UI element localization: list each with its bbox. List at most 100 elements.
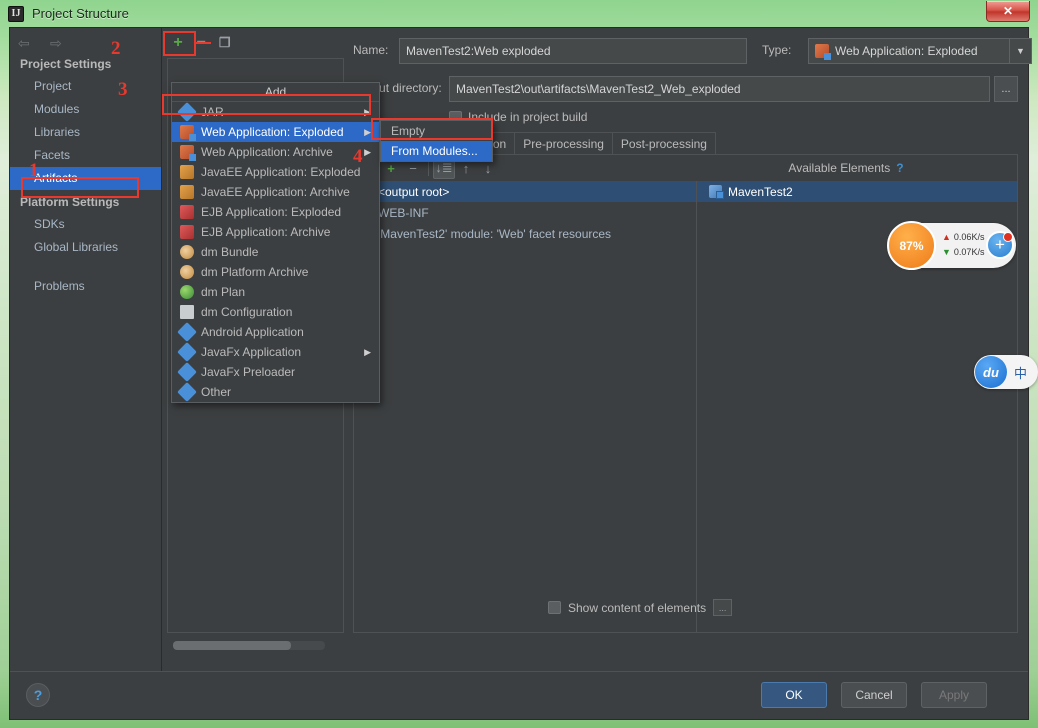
menu-item-label: JavaEE Application: Archive <box>201 185 350 199</box>
javafx-icon <box>177 342 197 362</box>
table-row[interactable]: <output root> <box>354 181 696 202</box>
intellij-idea-icon: IJ <box>8 5 24 22</box>
horizontal-scrollbar[interactable] <box>173 641 325 650</box>
sidebar-group-project-settings: Project Settings <box>20 57 112 71</box>
show-content-options-button[interactable]: ... <box>713 599 733 616</box>
menu-item-label: JAR <box>201 105 224 119</box>
available-elements-header: Available Elements ? <box>675 155 1017 181</box>
other-icon <box>177 382 197 402</box>
toolbar-divider <box>428 160 429 176</box>
browse-button[interactable]: ... <box>994 76 1018 102</box>
show-content-label: Show content of elements <box>568 600 707 615</box>
name-label: Name: <box>353 43 389 57</box>
android-icon <box>177 322 197 342</box>
title-bar: IJ Project Structure ✕ <box>0 0 1038 27</box>
output-directory-row: Output directory: MavenTest2\out\artifac… <box>353 76 1018 102</box>
menu-item-label: JavaEE Application: Exploded <box>201 165 361 179</box>
dm-plan-icon <box>180 285 194 299</box>
question-mark-icon[interactable]: ? <box>896 161 903 175</box>
menu-item-web-application-exploded[interactable]: Web Application: Exploded ▶ <box>172 122 379 142</box>
apply-button[interactable]: Apply <box>921 682 987 708</box>
submenu-item-from-modules[interactable]: From Modules... <box>381 141 492 161</box>
menu-item-ejb-application-exploded[interactable]: EJB Application: Exploded <box>172 202 379 222</box>
menu-item-label: JavaFx Preloader <box>201 365 296 379</box>
available-elements-title: Available Elements <box>788 161 891 175</box>
available-element-label: MavenTest2 <box>728 184 793 199</box>
show-content-of-elements-checkbox[interactable]: Show content of elements ... <box>548 599 733 616</box>
chevron-down-icon[interactable]: ▼ <box>1009 39 1031 63</box>
question-mark-icon[interactable]: ? <box>26 683 50 707</box>
module-icon <box>709 185 724 199</box>
menu-item-web-application-archive[interactable]: Web Application: Archive ▶ <box>172 142 379 162</box>
menu-item-label: dm Platform Archive <box>201 265 309 279</box>
menu-item-android-application[interactable]: Android Application <box>172 322 379 342</box>
ejb-archive-icon <box>180 225 194 239</box>
menu-item-other[interactable]: Other <box>172 382 379 402</box>
arrow-left-icon[interactable]: ⇦ <box>18 36 34 52</box>
speed-boost-button[interactable]: + <box>986 231 1014 259</box>
output-directory-input[interactable]: MavenTest2\out\artifacts\MavenTest2_Web_… <box>449 76 990 102</box>
annotation-number-4: 4 <box>353 146 363 167</box>
output-tree[interactable]: <output root> WEB-INF 'MavenTest2' modul… <box>354 181 696 632</box>
menu-item-javaee-application-archive[interactable]: JavaEE Application: Archive <box>172 182 379 202</box>
menu-item-ejb-application-archive[interactable]: EJB Application: Archive <box>172 222 379 242</box>
sidebar-item-problems[interactable]: Problems <box>10 275 161 298</box>
submenu-item-empty[interactable]: Empty <box>381 121 492 141</box>
add-artifact-menu: Add JAR ▶ Web Application: Exploded ▶ We… <box>171 82 380 403</box>
menu-item-javaee-application-exploded[interactable]: JavaEE Application: Exploded <box>172 162 379 182</box>
javaee-exploded-icon <box>180 165 194 179</box>
settings-sidebar: ⇦ ⇨ Project Settings Project Modules Lib… <box>10 28 162 673</box>
dialog-footer: ? OK Cancel Apply <box>10 671 1028 719</box>
plus-icon[interactable]: + <box>168 33 188 53</box>
ejb-exploded-icon <box>180 205 194 219</box>
sidebar-item-libraries[interactable]: Libraries <box>10 121 161 144</box>
web-exploded-submenu: Empty From Modules... <box>380 120 493 162</box>
table-row[interactable]: 'MavenTest2' module: 'Web' facet resourc… <box>354 223 696 244</box>
checkbox-box <box>548 601 561 614</box>
annotation-leader-2 <box>195 42 211 44</box>
ime-mode-toggle[interactable]: 中 <box>1014 363 1027 382</box>
tab-pre-processing[interactable]: Pre-processing <box>514 132 613 154</box>
upload-speed-value: 0.06K/s <box>953 232 985 242</box>
menu-item-dm-platform-archive[interactable]: dm Platform Archive <box>172 262 379 282</box>
artifact-type-select[interactable]: Web Application: Exploded ▼ <box>808 38 1032 64</box>
menu-item-dm-configuration[interactable]: dm Configuration <box>172 302 379 322</box>
close-icon[interactable]: ✕ <box>986 1 1030 22</box>
aero-window-frame: IJ Project Structure ✕ ⇦ ⇨ Project Setti… <box>0 0 1038 728</box>
download-speed-row: ▼ 0.07K/s <box>942 247 984 257</box>
menu-item-jar[interactable]: JAR ▶ <box>172 102 379 122</box>
web-exploded-icon <box>180 125 196 141</box>
artifact-name-input[interactable]: MavenTest2:Web exploded <box>399 38 747 64</box>
ime-toolbar[interactable]: du 中 <box>974 355 1038 389</box>
sidebar-item-modules[interactable]: Modules <box>10 98 161 121</box>
sidebar-item-sdks[interactable]: SDKs <box>10 213 161 236</box>
output-tree-label: 'MavenTest2' module: 'Web' facet resourc… <box>378 226 612 241</box>
menu-item-label: Web Application: Exploded <box>201 125 344 139</box>
window-title: Project Structure <box>32 6 129 21</box>
chevron-right-icon: ▶ <box>364 127 371 137</box>
menu-item-javafx-application[interactable]: JavaFx Application ▶ <box>172 342 379 362</box>
tab-post-processing[interactable]: Post-processing <box>611 132 716 154</box>
web-archive-icon <box>180 145 196 161</box>
network-speed-widget[interactable]: 87% ▲ 0.06K/s ▼ 0.07K/s + <box>887 221 1016 270</box>
cpu-usage-badge: 87% <box>887 221 936 270</box>
menu-item-label: dm Plan <box>201 285 246 299</box>
menu-item-label: EJB Application: Archive <box>201 225 331 239</box>
web-exploded-icon <box>815 44 831 60</box>
cancel-button[interactable]: Cancel <box>841 682 907 708</box>
menu-item-label: Web Application: Archive <box>201 145 333 159</box>
copy-icon[interactable]: ❐ <box>215 33 235 53</box>
upload-speed-row: ▲ 0.06K/s <box>942 232 984 242</box>
arrow-right-icon[interactable]: ⇨ <box>50 36 66 52</box>
baidu-ime-logo-icon[interactable]: du <box>975 356 1007 388</box>
table-row[interactable]: WEB-INF <box>354 202 696 223</box>
annotation-number-1: 1 <box>29 160 39 181</box>
output-tree-label: <output root> <box>378 184 450 199</box>
menu-item-dm-plan[interactable]: dm Plan <box>172 282 379 302</box>
menu-item-dm-bundle[interactable]: dm Bundle <box>172 242 379 262</box>
sidebar-item-project[interactable]: Project <box>10 75 161 98</box>
menu-item-javafx-preloader[interactable]: JavaFx Preloader <box>172 362 379 382</box>
sidebar-item-global-libraries[interactable]: Global Libraries <box>10 236 161 259</box>
ok-button[interactable]: OK <box>761 682 827 708</box>
list-item[interactable]: MavenTest2 <box>697 181 1017 202</box>
